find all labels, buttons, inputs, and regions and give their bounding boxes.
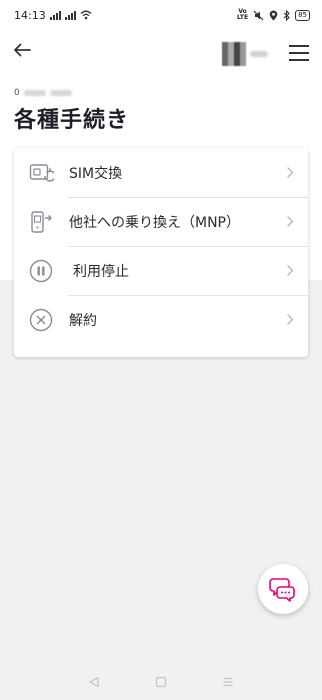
- procedures-list: SIM交換 他社への乗り換え（MNP） 利用停止 解約: [14, 148, 308, 357]
- system-nav-bar: [0, 664, 322, 700]
- volte-badge: Vo LTE: [237, 8, 249, 21]
- mute-icon: [253, 10, 264, 20]
- signal-icon-2: [64, 10, 76, 20]
- sim-swap-icon: [28, 160, 54, 186]
- list-item-mnp[interactable]: 他社への乗り換え（MNP）: [14, 197, 308, 246]
- signal-icon: [49, 10, 61, 20]
- bluetooth-icon: [283, 9, 290, 21]
- account-number-prefix: 0: [14, 88, 20, 98]
- wifi-icon: [80, 10, 92, 20]
- nav-back-icon[interactable]: [88, 676, 100, 688]
- chevron-right-icon: [287, 314, 294, 325]
- list-item-suspend[interactable]: 利用停止: [14, 246, 308, 295]
- list-item-label: 解約: [69, 312, 97, 329]
- nav-home-icon[interactable]: [155, 676, 167, 688]
- hamburger-menu-icon[interactable]: [289, 45, 309, 61]
- cancel-icon: [28, 307, 54, 333]
- status-bar: 14:13 Vo LTE 85: [0, 0, 322, 30]
- chat-icon: [269, 578, 295, 602]
- list-item-label: 利用停止: [73, 263, 129, 280]
- avatar[interactable]: [222, 42, 268, 66]
- back-arrow-icon[interactable]: [12, 42, 32, 58]
- pause-icon: [28, 258, 54, 284]
- list-item-sim-swap[interactable]: SIM交換: [14, 148, 308, 197]
- account-number: 0: [14, 88, 72, 98]
- page-title: 各種手続き: [14, 108, 130, 133]
- list-item-cancel-contract[interactable]: 解約: [14, 295, 308, 344]
- chat-button[interactable]: [258, 564, 308, 614]
- phone-transfer-icon: [28, 209, 54, 235]
- list-item-label: SIM交換: [69, 165, 123, 182]
- battery-icon: 85: [295, 9, 310, 21]
- list-item-label: 他社への乗り換え（MNP）: [69, 214, 240, 231]
- nav-recents-icon[interactable]: [222, 676, 234, 688]
- chevron-right-icon: [287, 216, 294, 227]
- chevron-right-icon: [287, 167, 294, 178]
- status-time: 14:13: [14, 8, 46, 22]
- chevron-right-icon: [287, 265, 294, 276]
- location-icon: [269, 10, 278, 20]
